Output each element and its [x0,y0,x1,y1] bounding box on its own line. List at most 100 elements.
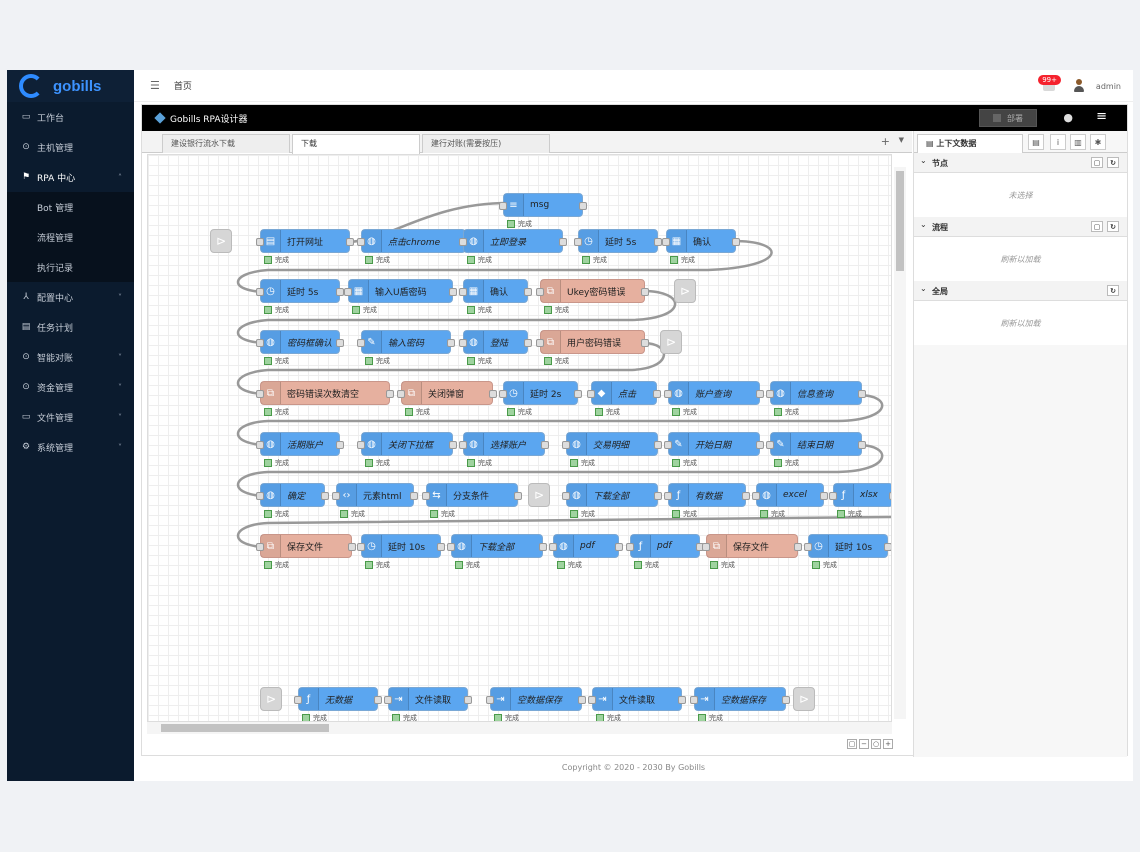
output-port[interactable] [858,441,866,449]
output-port[interactable] [447,339,455,347]
output-port[interactable] [437,543,445,551]
flow-node[interactable]: ▦ 确认 [662,229,740,253]
junction-node[interactable]: ⊳ [793,687,815,711]
output-port[interactable] [858,390,866,398]
output-port[interactable] [654,238,662,246]
zoom-in-icon[interactable]: + [883,739,893,749]
input-port[interactable] [397,390,405,398]
info-icon[interactable]: i [1050,134,1066,150]
output-port[interactable] [348,543,356,551]
output-port[interactable] [514,492,522,500]
sidebar-item-system[interactable]: ⚙ 系统管理 ˅ [7,432,134,462]
input-port[interactable] [804,543,812,551]
input-port[interactable] [357,238,365,246]
input-port[interactable] [536,288,544,296]
flow-node[interactable]: ◍ pdf [549,534,623,558]
input-port[interactable] [384,696,392,704]
sidebar-item-schedule[interactable]: ▤ 任务计划 [7,312,134,342]
input-port[interactable] [256,543,264,551]
input-port[interactable] [422,492,430,500]
input-port[interactable] [459,238,467,246]
user-icon[interactable]: ● [1063,111,1073,124]
input-port[interactable] [702,543,710,551]
flow-node[interactable]: ◍ 信息查询 [766,381,866,405]
output-port[interactable] [578,696,586,704]
flow-node[interactable]: ⧉ 关闭弹窗 [397,381,497,405]
flow-node[interactable]: ▤ 打开网址 [256,229,354,253]
flow-node[interactable]: ◍ 选择账户 [459,432,549,456]
flow-node[interactable]: ⇥ 空数据保存 [486,687,586,711]
refresh-icon[interactable]: ↻ [1107,157,1119,168]
input-port[interactable] [459,441,467,449]
input-port[interactable] [766,390,774,398]
flow-node[interactable]: ◷ 延时 10s [804,534,891,558]
output-port[interactable] [374,696,382,704]
output-port[interactable] [336,288,344,296]
collapse-icon[interactable]: ▢ [1091,157,1103,168]
output-port[interactable] [541,441,549,449]
sidebar-item-rpa[interactable]: ⚑ RPA 中心 ˄ [7,162,134,192]
junction-node[interactable]: ⊳ [260,687,282,711]
input-port[interactable] [562,441,570,449]
input-port[interactable] [588,696,596,704]
input-port[interactable] [447,543,455,551]
tab-context-data[interactable]: ▤ 上下文数据 [917,134,1023,153]
input-port[interactable] [664,441,672,449]
output-port[interactable] [321,492,329,500]
input-port[interactable] [690,696,698,704]
refresh-icon[interactable]: ↻ [1107,285,1119,296]
flow-node[interactable]: ◷ 延时 5s [574,229,662,253]
flow-node[interactable]: ✎ 结束日期 [766,432,866,456]
output-port[interactable] [449,288,457,296]
input-port[interactable] [536,339,544,347]
flow-node[interactable]: ◍ 确定 [256,483,329,507]
canvas-horizontal-scrollbar[interactable] [147,722,892,734]
input-port[interactable] [499,390,507,398]
sidebar-item-host[interactable]: ⊙ 主机管理 [7,132,134,162]
junction-node[interactable]: ⊳ [210,229,232,253]
output-port[interactable] [449,441,457,449]
flow-node[interactable]: ✎ 输入密码 [357,330,455,354]
flow-node[interactable]: ƒ 无数据 [294,687,382,711]
flow-node[interactable]: ƒ pdf [626,534,704,558]
output-port[interactable] [579,202,587,210]
input-port[interactable] [574,238,582,246]
input-port[interactable] [562,492,570,500]
input-port[interactable] [587,390,595,398]
canvas-vertical-scrollbar[interactable] [894,167,906,719]
input-port[interactable] [256,441,264,449]
output-port[interactable] [539,543,547,551]
input-port[interactable] [664,390,672,398]
flow-node[interactable]: ◷ 延时 2s [499,381,582,405]
flow-node[interactable]: ▦ 输入U盾密码 [344,279,457,303]
output-port[interactable] [756,441,764,449]
input-port[interactable] [294,696,302,704]
sidebar-item-exec-log[interactable]: 执行记录 [7,252,134,282]
input-port[interactable] [357,339,365,347]
logo[interactable]: gobills [7,70,134,102]
flow-node[interactable]: ◍ 下载全部 [562,483,662,507]
flow-node[interactable]: ▦ 确认 [459,279,532,303]
output-port[interactable] [410,492,418,500]
input-port[interactable] [662,238,670,246]
flow-node[interactable]: ◆ 点击 [587,381,661,405]
sidebar-item-file[interactable]: ▭ 文件管理 ˅ [7,402,134,432]
add-tab-icon[interactable]: + [881,135,890,148]
output-port[interactable] [524,288,532,296]
tab-download[interactable]: 下载 [292,134,420,154]
output-port[interactable] [386,390,394,398]
input-port[interactable] [486,696,494,704]
collapse-icon[interactable]: ▢ [1091,221,1103,232]
flow-node[interactable]: ⇆ 分支条件 [422,483,522,507]
flow-node[interactable]: ◷ 延时 5s [256,279,344,303]
username[interactable]: admin [1096,82,1121,91]
output-port[interactable] [782,696,790,704]
output-port[interactable] [641,288,649,296]
fit-view-icon[interactable]: ▢ [847,739,857,749]
input-port[interactable] [256,288,264,296]
input-port[interactable] [752,492,760,500]
flow-node[interactable]: ⧉ Ukey密码错误 [536,279,649,303]
output-port[interactable] [653,390,661,398]
flow-node[interactable]: ◍ 关闭下拉框 [357,432,457,456]
output-port[interactable] [742,492,750,500]
